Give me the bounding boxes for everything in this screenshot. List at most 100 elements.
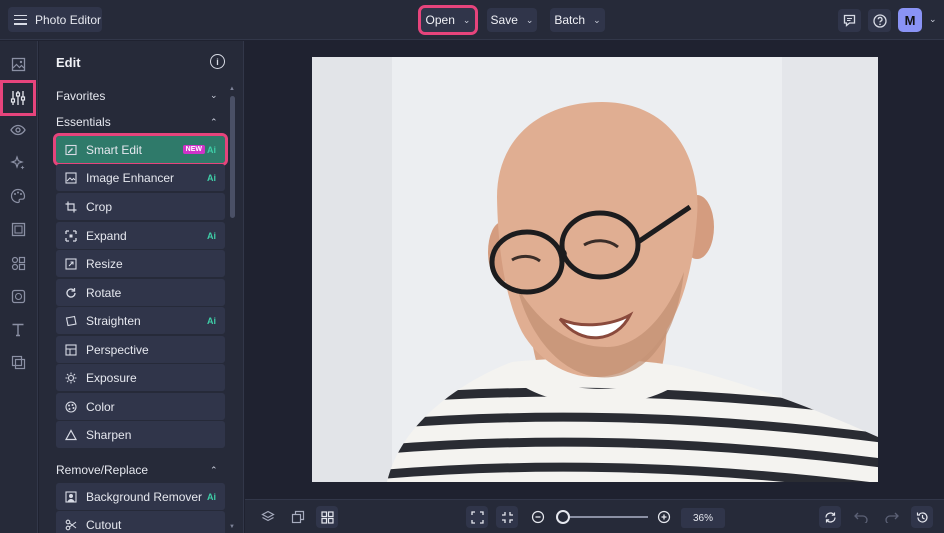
- open-menu-button[interactable]: Open ⌄: [418, 5, 478, 35]
- tool-sharpen[interactable]: Sharpen: [56, 421, 225, 448]
- ai-badge: Ai: [207, 144, 216, 155]
- info-icon[interactable]: i: [210, 54, 225, 69]
- section-essentials[interactable]: Essentials: [56, 115, 111, 129]
- rotate-icon: [65, 287, 77, 299]
- app-title: Photo Editor: [35, 12, 102, 27]
- expand-icon: [65, 229, 77, 242]
- tool-label: Sharpen: [86, 427, 132, 442]
- sparkles-icon[interactable]: [7, 152, 29, 174]
- grid-icon[interactable]: [316, 506, 338, 528]
- palette-icon[interactable]: [7, 185, 29, 207]
- ai-badge: Ai: [207, 315, 216, 326]
- smart-edit-icon: [65, 144, 77, 156]
- zoom-slider-knob[interactable]: [556, 510, 570, 524]
- tool-smart-edit[interactable]: Smart Edit NEW Ai: [53, 133, 228, 166]
- tool-image-enhancer[interactable]: Image Enhancer Ai: [56, 164, 225, 191]
- refresh-icon[interactable]: [819, 506, 841, 528]
- image-enhancer-icon: [65, 171, 77, 184]
- panel-scrollbar[interactable]: [230, 96, 235, 218]
- chevron-down-icon: ⌄: [593, 14, 601, 25]
- bottom-toolbar: 36%: [245, 499, 944, 533]
- exposure-icon: [65, 372, 77, 384]
- top-bar: Photo Editor Open ⌄ Save ⌄ Batch ⌄ M ⌄: [0, 0, 944, 40]
- batch-menu-label: Batch: [554, 13, 586, 27]
- crop-icon: [65, 201, 77, 213]
- ai-badge: Ai: [207, 230, 216, 241]
- tool-label: Resize: [86, 256, 123, 271]
- graphics-icon[interactable]: [7, 351, 29, 373]
- help-icon[interactable]: [868, 9, 891, 32]
- tool-label: Rotate: [86, 285, 122, 300]
- section-remove-replace[interactable]: Remove/Replace: [56, 463, 148, 477]
- tool-rotate[interactable]: Rotate: [56, 279, 225, 306]
- section-favorites[interactable]: Favorites: [56, 89, 105, 103]
- chevron-down-icon[interactable]: ⌄: [210, 90, 218, 101]
- color-icon: [65, 400, 77, 413]
- tool-label: Straighten: [86, 313, 141, 328]
- image-icon[interactable]: [7, 53, 29, 75]
- tool-perspective[interactable]: Perspective: [56, 336, 225, 363]
- fit-screen-icon[interactable]: [466, 506, 488, 528]
- tool-exposure[interactable]: Exposure: [56, 364, 225, 391]
- tool-label: Cutout: [86, 517, 122, 532]
- scroll-down-arrow-icon[interactable]: ▼: [229, 524, 235, 530]
- tool-label: Color: [86, 399, 115, 414]
- scissors-icon: [65, 519, 77, 531]
- chevron-down-icon: ⌄: [462, 14, 471, 25]
- sliders-icon[interactable]: [0, 80, 36, 116]
- zoom-slider-track[interactable]: [566, 516, 648, 518]
- layers-icon[interactable]: [257, 506, 279, 528]
- text-icon[interactable]: [7, 318, 29, 340]
- tool-label: Background Remover: [86, 489, 203, 504]
- tool-rail: [0, 41, 38, 533]
- redo-icon[interactable]: [881, 506, 903, 528]
- perspective-icon: [65, 343, 77, 356]
- portrait-image: [312, 57, 878, 482]
- shapes-icon[interactable]: [7, 252, 29, 274]
- edit-panel: Edit i ▲ ▼ Favorites ⌄ Essentials ⌃ Smar…: [39, 41, 244, 533]
- zoom-out-icon[interactable]: [527, 506, 549, 528]
- tool-crop[interactable]: Crop: [56, 193, 225, 220]
- zoom-percentage[interactable]: 36%: [681, 508, 725, 528]
- chevron-up-icon[interactable]: ⌃: [210, 465, 218, 476]
- ai-badge: Ai: [207, 491, 216, 502]
- tool-cutout[interactable]: Cutout: [56, 511, 225, 533]
- compare-icon[interactable]: [287, 506, 309, 528]
- chevron-up-icon[interactable]: ⌃: [210, 117, 218, 128]
- undo-icon[interactable]: [850, 506, 872, 528]
- chevron-down-icon: ⌄: [525, 14, 534, 25]
- panel-title: Edit: [56, 55, 81, 70]
- frame-icon[interactable]: [7, 218, 29, 240]
- background-remover-icon: [65, 490, 77, 503]
- app-menu-button[interactable]: Photo Editor: [8, 7, 102, 32]
- resize-icon: [65, 257, 77, 270]
- tool-resize[interactable]: Resize: [56, 250, 225, 277]
- photo[interactable]: [312, 57, 878, 482]
- batch-menu-button[interactable]: Batch ⌄: [550, 8, 605, 32]
- tool-label: Image Enhancer: [86, 170, 175, 185]
- avatar[interactable]: M: [898, 8, 922, 32]
- save-menu-button[interactable]: Save ⌄: [487, 8, 537, 32]
- eye-icon[interactable]: [7, 119, 29, 141]
- chevron-down-icon[interactable]: ⌄: [929, 14, 937, 25]
- tool-label: Perspective: [86, 342, 149, 357]
- texture-icon[interactable]: [7, 285, 29, 307]
- history-icon[interactable]: [911, 506, 933, 528]
- chat-icon[interactable]: [838, 9, 861, 32]
- tool-label: Exposure: [86, 370, 137, 385]
- tool-color[interactable]: Color: [56, 393, 225, 420]
- hamburger-icon: [14, 14, 27, 25]
- tool-straighten[interactable]: Straighten Ai: [56, 307, 225, 334]
- ai-badge: Ai: [207, 172, 216, 183]
- straighten-icon: [65, 315, 77, 327]
- tool-label: Expand: [86, 228, 127, 243]
- save-menu-label: Save: [490, 13, 518, 27]
- tool-expand[interactable]: Expand Ai: [56, 222, 225, 249]
- zoom-in-icon[interactable]: [653, 506, 675, 528]
- scroll-up-arrow-icon[interactable]: ▲: [229, 86, 235, 92]
- new-badge: NEW: [182, 145, 205, 154]
- actual-size-icon[interactable]: [496, 506, 518, 528]
- tool-background-remover[interactable]: Background Remover Ai: [56, 483, 225, 510]
- tool-label: Crop: [86, 199, 113, 214]
- sharpen-icon: [65, 428, 77, 441]
